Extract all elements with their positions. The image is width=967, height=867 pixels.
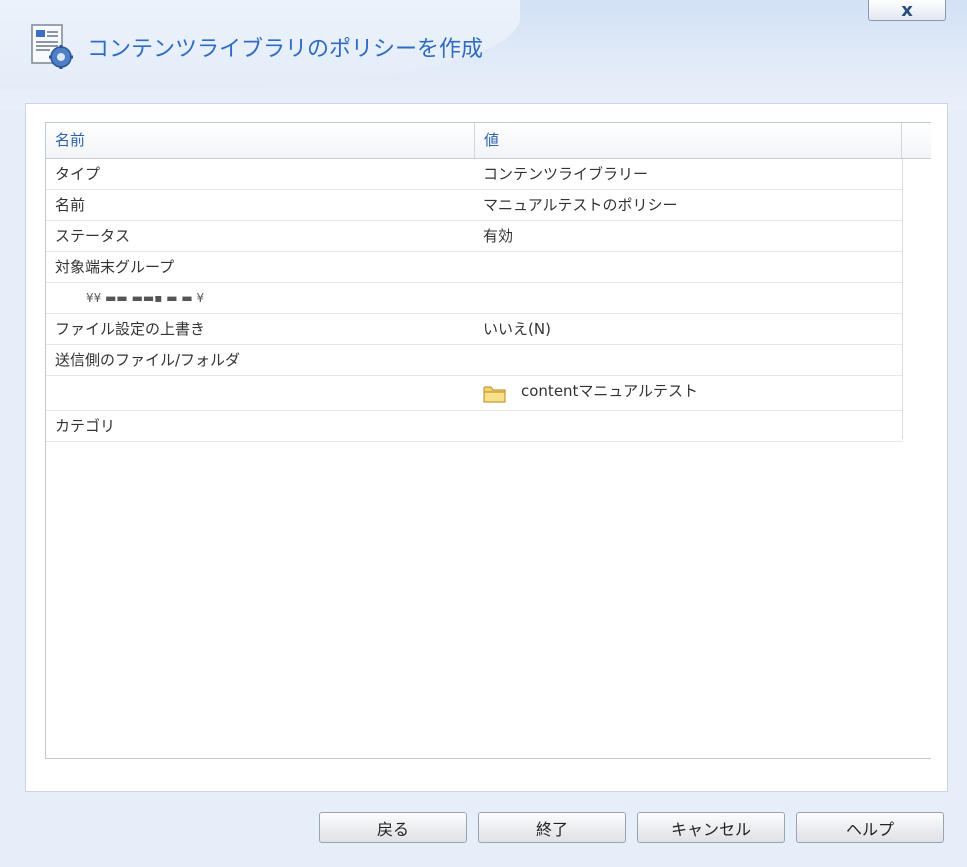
table-row[interactable]: ステータス 有効 [46,221,903,252]
row-name: 送信側のファイル/フォルダ [55,351,241,369]
column-header-value[interactable]: 値 [475,123,902,158]
row-value: いいえ(N) [483,320,551,338]
row-value-folder: contentマニュアルテスト [521,382,698,400]
dialog-title: コンテンツライブラリのポリシーを作成 [87,37,484,62]
cancel-button[interactable]: キャンセル [637,812,785,843]
folder-icon [483,386,506,403]
table-row[interactable]: タイプ コンテンツライブラリー [46,159,903,190]
table-row[interactable]: 対象端末グループ [46,252,903,283]
help-button[interactable]: ヘルプ [796,812,944,843]
row-value: 有効 [483,227,514,245]
policy-summary-grid: 名前 値 タイプ コンテンツライブラリー 名前 マニュアルテストのポリシー ステ… [45,122,931,759]
back-button[interactable]: 戻る [319,812,467,843]
row-name: ステータス [55,227,131,245]
content-panel: 名前 値 タイプ コンテンツライブラリー 名前 マニュアルテストのポリシー ステ… [25,103,948,792]
column-header-filler [902,123,931,158]
table-row[interactable]: ¥¥ ▬▬ ▬▬▪ ▬ ▬ ¥ [46,283,903,314]
table-row[interactable]: 送信側のファイル/フォルダ [46,345,903,376]
row-value: コンテンツライブラリー [483,165,649,183]
row-name: 名前 [55,196,86,214]
row-name: カテゴリ [55,417,116,435]
grid-header: 名前 値 [46,123,931,159]
row-name: ファイル設定の上書き [55,320,206,338]
table-row[interactable]: ファイル設定の上書き いいえ(N) [46,314,903,345]
row-name: タイプ [55,165,101,183]
grid-right-divider [902,159,903,439]
close-icon: x [901,0,913,21]
row-name-device-path: ¥¥ ▬▬ ▬▬▪ ▬ ▬ ¥ [86,291,205,305]
policy-settings-icon [31,24,73,69]
table-row[interactable]: contentマニュアルテスト [46,376,903,411]
column-header-name[interactable]: 名前 [46,123,475,158]
finish-button[interactable]: 終了 [478,812,626,843]
row-value: マニュアルテストのポリシー [483,196,678,214]
table-row[interactable]: カテゴリ [46,411,903,442]
row-name: 対象端末グループ [55,258,175,276]
close-button[interactable]: x [868,0,946,21]
grid-rows: タイプ コンテンツライブラリー 名前 マニュアルテストのポリシー ステータス 有… [46,159,903,442]
table-row[interactable]: 名前 マニュアルテストのポリシー [46,190,903,221]
